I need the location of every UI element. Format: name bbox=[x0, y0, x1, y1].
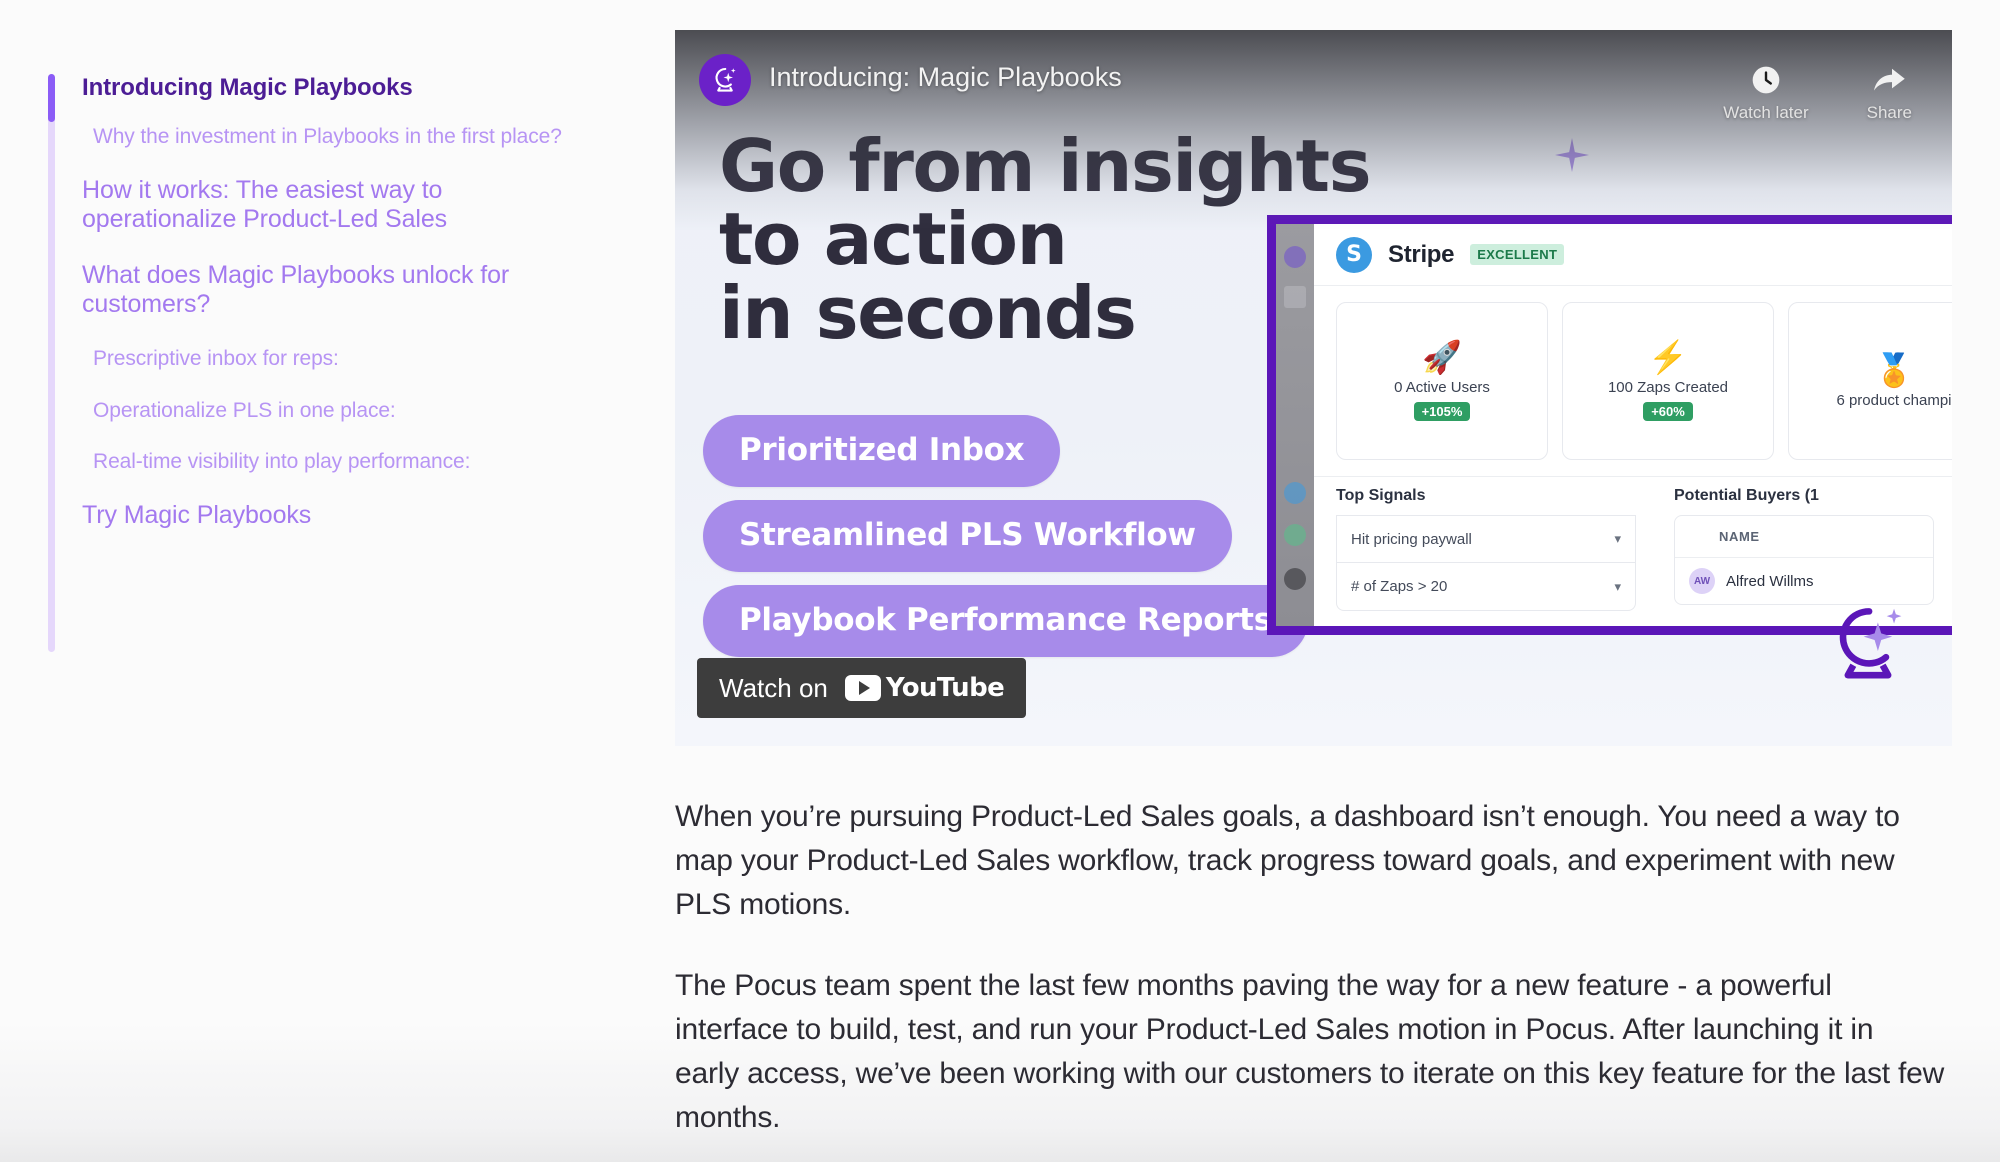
chevron-down-icon: ▾ bbox=[1614, 531, 1621, 546]
stripe-logo-icon: S bbox=[1336, 236, 1372, 273]
sidebar-icon-3 bbox=[1284, 482, 1306, 504]
metric-label: 0 Active Users bbox=[1394, 379, 1490, 396]
crystal-ball-icon bbox=[715, 67, 736, 92]
metric-label: 100 Zaps Created bbox=[1607, 379, 1729, 396]
potential-buyers-column: Potential Buyers (1 NAME AW Alfred Willm… bbox=[1674, 487, 1934, 611]
crystal-ball-sparkle-watermark-icon bbox=[1839, 608, 1902, 679]
feature-pill-prioritized-inbox: Prioritized Inbox bbox=[703, 415, 1061, 487]
share-button[interactable]: Share bbox=[1867, 64, 1912, 123]
signal-label: Hit pricing paywall bbox=[1351, 530, 1472, 548]
toc-item-real-time-visibility[interactable]: Real-time visibility into play performan… bbox=[82, 449, 568, 475]
dashboard-nav-sidebar bbox=[1276, 224, 1314, 626]
dashboard-metric-cards: 🚀 0 Active Users +105% ⚡ 100 Zaps Create… bbox=[1314, 286, 1952, 476]
metric-card-product-champions: 🏅 6 product champi bbox=[1788, 302, 1952, 460]
watch-on-label: Watch on bbox=[719, 672, 828, 703]
sidebar-icon-4 bbox=[1284, 524, 1306, 546]
toc-item-why-the-investment[interactable]: Why the investment in Playbooks in the f… bbox=[82, 124, 568, 150]
watch-later-label: Watch later bbox=[1723, 103, 1809, 122]
toc-item-operationalize-pls[interactable]: Operationalize PLS in one place: bbox=[82, 398, 568, 424]
toc-item-how-it-works[interactable]: How it works: The easiest way to operati… bbox=[82, 176, 568, 235]
sidebar-icon-2 bbox=[1284, 286, 1306, 308]
top-signals-title: Top Signals bbox=[1336, 487, 1426, 504]
signal-label: # of Zaps > 20 bbox=[1351, 578, 1448, 595]
dashboard-account-header: S Stripe EXCELLENT bbox=[1314, 224, 1952, 286]
buyer-name: Alfred Willms bbox=[1726, 572, 1814, 590]
toc-item-introducing-magic-playbooks[interactable]: Introducing Magic Playbooks bbox=[82, 74, 568, 102]
watch-on-youtube-button[interactable]: Watch on YouTube bbox=[697, 658, 1027, 718]
article-paragraph-2: The Pocus team spent the last few months… bbox=[675, 969, 1945, 1134]
signal-row-pricing-paywall[interactable]: Hit pricing paywall ▾ bbox=[1336, 515, 1636, 563]
buyers-column-header-name: NAME bbox=[1675, 516, 1933, 558]
embedded-product-dashboard: S Stripe EXCELLENT 🚀 0 Active Users +105… bbox=[1267, 215, 1952, 635]
share-label: Share bbox=[1866, 103, 1912, 122]
article-body: When you’re pursuing Product-Led Sales g… bbox=[675, 795, 1945, 1162]
toc-item-prescriptive-inbox[interactable]: Prescriptive inbox for reps: bbox=[82, 346, 568, 372]
player-top-bar: Introducing: Magic Playbooks Watch later… bbox=[675, 30, 1952, 150]
toc-item-what-does-unlock[interactable]: What does Magic Playbooks unlock for cus… bbox=[82, 261, 568, 320]
dashboard-main-panel: S Stripe EXCELLENT 🚀 0 Active Users +105… bbox=[1314, 224, 1952, 626]
metric-label: 6 product champi bbox=[1836, 391, 1952, 409]
feature-pill-streamlined-pls-workflow: Streamlined PLS Workflow bbox=[703, 500, 1232, 572]
toc-item-try-magic-playbooks[interactable]: Try Magic Playbooks bbox=[82, 501, 568, 531]
sidebar-icon-1 bbox=[1284, 246, 1306, 268]
youtube-wordmark-text: YouTube bbox=[885, 673, 1005, 703]
top-signals-column: Top Signals Hit pricing paywall ▾ # of Z… bbox=[1336, 487, 1636, 611]
thumbnail-feature-pills: Prioritized Inbox Streamlined PLS Workfl… bbox=[703, 415, 1308, 670]
metric-card-active-users: 🚀 0 Active Users +105% bbox=[1336, 302, 1548, 460]
buyers-table-row[interactable]: AW Alfred Willms bbox=[1675, 558, 1933, 604]
player-actions: Watch later Share bbox=[1723, 64, 1912, 123]
youtube-play-icon bbox=[844, 675, 881, 701]
signal-row-zaps-count[interactable]: # of Zaps > 20 ▾ bbox=[1336, 563, 1636, 611]
youtube-video-embed[interactable]: Go from insights to action in seconds Pr… bbox=[675, 30, 1952, 746]
youtube-wordmark: YouTube bbox=[844, 673, 1005, 703]
rocket-icon: 🚀 bbox=[1422, 339, 1462, 375]
clock-icon bbox=[1752, 66, 1780, 94]
share-arrow-icon bbox=[1874, 68, 1906, 91]
channel-avatar[interactable] bbox=[699, 54, 751, 106]
toc-rail-active-indicator bbox=[48, 74, 55, 122]
account-status-badge: EXCELLENT bbox=[1470, 244, 1565, 265]
metric-delta: +60% bbox=[1643, 402, 1693, 421]
table-of-contents: Introducing Magic Playbooks Why the inve… bbox=[48, 74, 568, 652]
medal-icon: 🏅 bbox=[1874, 351, 1914, 388]
metric-delta: +105% bbox=[1413, 402, 1471, 421]
feature-pill-playbook-performance-reports: Playbook Performance Reports bbox=[703, 585, 1308, 657]
watch-later-button[interactable]: Watch later bbox=[1723, 64, 1809, 123]
page-root: Introducing Magic Playbooks Why the inve… bbox=[0, 0, 2000, 1162]
dashboard-lower-section: Top Signals Hit pricing paywall ▾ # of Z… bbox=[1314, 476, 1952, 611]
video-title[interactable]: Introducing: Magic Playbooks bbox=[769, 62, 1122, 93]
avatar: AW bbox=[1689, 568, 1715, 594]
account-name: Stripe bbox=[1388, 240, 1455, 268]
potential-buyers-title: Potential Buyers (1 bbox=[1674, 487, 1819, 504]
potential-buyers-table: NAME AW Alfred Willms bbox=[1674, 515, 1934, 605]
article-paragraph-1: When you’re pursuing Product-Led Sales g… bbox=[675, 800, 1900, 921]
chevron-down-icon: ▾ bbox=[1614, 578, 1621, 594]
toc-rail bbox=[48, 74, 55, 652]
sidebar-icon-5 bbox=[1284, 568, 1306, 590]
lightning-icon: ⚡ bbox=[1648, 339, 1688, 375]
metric-card-zaps-created: ⚡ 100 Zaps Created +60% bbox=[1562, 302, 1774, 460]
